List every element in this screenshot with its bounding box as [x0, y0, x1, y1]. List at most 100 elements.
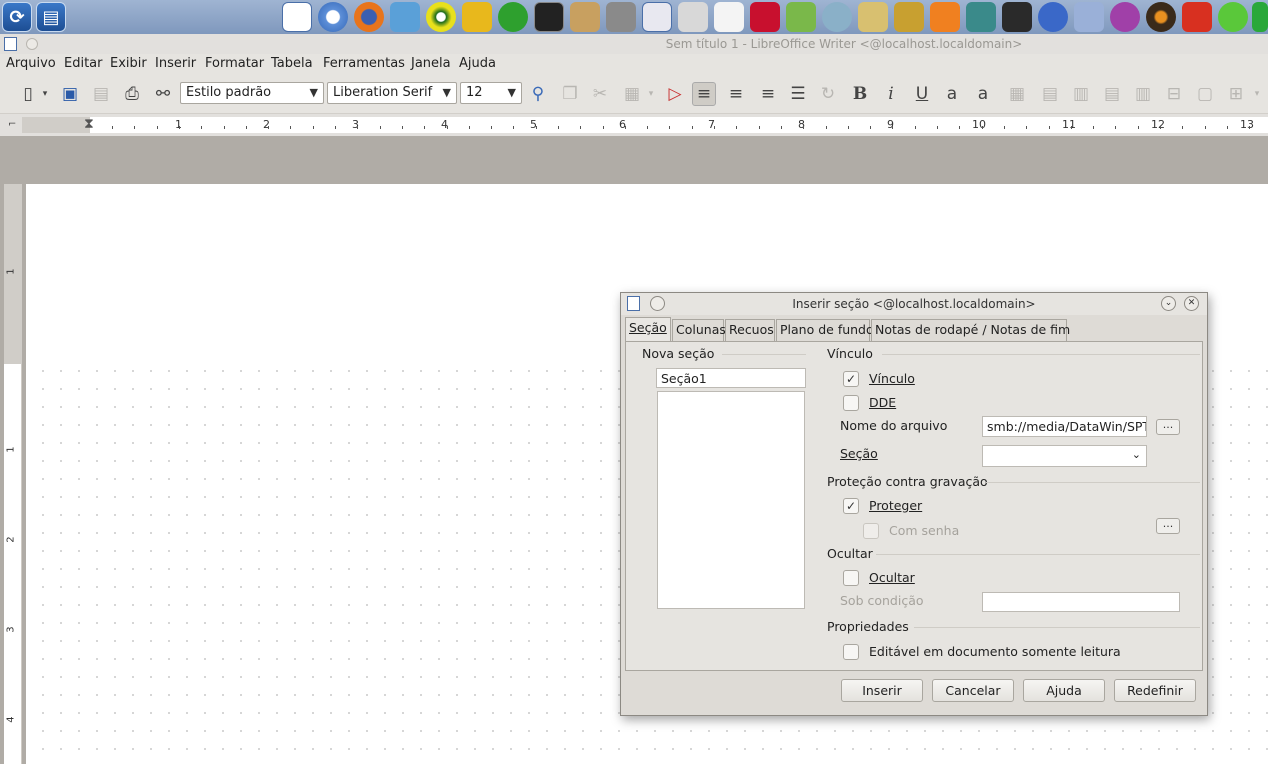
network-icon[interactable]	[858, 2, 888, 32]
printer-icon[interactable]: ⎙	[120, 82, 144, 106]
protect-checkbox[interactable]: ✓	[843, 498, 859, 514]
spider-icon[interactable]	[1002, 2, 1032, 32]
chevron-down-icon[interactable]: ⌄	[1161, 296, 1176, 311]
pinwheel-icon[interactable]	[786, 2, 816, 32]
menu-ferramentas[interactable]: Ferramentas	[323, 56, 405, 71]
underline-icon[interactable]: U	[910, 82, 934, 106]
hide-check-label[interactable]: Ocultar	[869, 570, 915, 585]
mendeley-icon[interactable]	[750, 2, 780, 32]
tab-plano-de-fundo[interactable]: Plano de fundo	[776, 319, 874, 341]
split-cells-icon[interactable]: ⊟	[1162, 82, 1186, 106]
borders-icon[interactable]: ▢	[1193, 82, 1217, 106]
menu-ajuda[interactable]: Ajuda	[459, 56, 496, 71]
dde-checkbox[interactable]	[843, 395, 859, 411]
flame-icon[interactable]	[1182, 2, 1212, 32]
menu-exibir[interactable]: Exibir	[110, 56, 147, 71]
bold-icon[interactable]: B	[848, 82, 872, 106]
menu-editar[interactable]: Editar	[64, 56, 103, 71]
filename-input[interactable]: smb://media/DataWin/SPTC	[982, 416, 1147, 437]
satellite-icon[interactable]	[822, 2, 852, 32]
redo-icon[interactable]: ↻	[816, 82, 840, 106]
media-player-icon[interactable]	[1146, 2, 1176, 32]
section-list[interactable]	[657, 391, 805, 609]
dde-check-label[interactable]: DDE	[869, 395, 896, 410]
font-size-select[interactable]: 12 ▼	[460, 82, 522, 104]
subscript-icon[interactable]: a	[971, 82, 995, 106]
writer-launcher-icon[interactable]	[282, 2, 312, 32]
tab-notas[interactable]: Notas de rodapé / Notas de fim	[871, 319, 1070, 341]
copy-icon[interactable]: ❐	[558, 82, 582, 106]
menu-janela[interactable]: Janela	[411, 56, 451, 71]
calculator-icon[interactable]	[678, 2, 708, 32]
protect-check-label[interactable]: Proteger	[869, 498, 922, 513]
indent-marker-icon[interactable]: ⧗	[84, 116, 94, 132]
tab-recuos[interactable]: Recuos	[725, 319, 775, 341]
gear-icon[interactable]	[426, 2, 456, 32]
section-name-input[interactable]: Seção1	[656, 368, 806, 388]
link-checkbox[interactable]: ✓	[843, 371, 859, 387]
cancel-button[interactable]: Cancelar	[932, 679, 1014, 702]
editable-readonly-label[interactable]: Editável em documento somente leitura	[869, 644, 1121, 659]
table-icon[interactable]: ▦	[1005, 82, 1029, 106]
align-right-icon[interactable]: ≡	[756, 82, 780, 106]
link-check-label[interactable]: Vínculo	[869, 371, 915, 386]
justify-icon[interactable]: ☰	[786, 82, 810, 106]
bird-icon[interactable]	[390, 2, 420, 32]
condition-input[interactable]	[982, 592, 1180, 612]
merge-cells-icon[interactable]: ⊞	[1224, 82, 1248, 106]
search-document-icon[interactable]	[642, 2, 672, 32]
insert-column-icon[interactable]: ▥	[1069, 82, 1093, 106]
refresh-icon[interactable]	[498, 2, 528, 32]
menu-tabela[interactable]: Tabela	[271, 56, 313, 71]
menu-inserir[interactable]: Inserir	[155, 56, 196, 71]
paragraph-style-select[interactable]: Estilo padrão ▼	[180, 82, 324, 104]
chromium-icon[interactable]	[318, 2, 348, 32]
insert-comment-icon[interactable]: ▷	[663, 82, 687, 106]
browse-file-button[interactable]: ...	[1156, 419, 1180, 435]
vertical-ruler[interactable]: 1 1 2 3 4	[4, 184, 22, 764]
binoculars-icon[interactable]: ⚯	[151, 82, 175, 106]
android-icon[interactable]	[966, 2, 996, 32]
toolbar-overflow-icon[interactable]: ▾	[1250, 82, 1264, 106]
qt-icon[interactable]	[1252, 2, 1268, 32]
eye-icon[interactable]	[1110, 2, 1140, 32]
print-icon[interactable]: ▣	[58, 82, 82, 106]
new-document-icon[interactable]: ▯	[16, 82, 40, 106]
paste-dropdown-icon[interactable]: ▾	[644, 82, 658, 106]
new-dropdown-icon[interactable]: ▾	[38, 82, 52, 106]
save-icon[interactable]: ▤	[89, 82, 113, 106]
lock-icon[interactable]	[570, 2, 600, 32]
close-icon[interactable]: ✕	[1184, 296, 1199, 311]
menu-arquivo[interactable]: Arquivo	[6, 56, 56, 71]
terminal-icon[interactable]	[534, 2, 564, 32]
align-left-icon[interactable]: ≡	[692, 82, 716, 106]
insert-button[interactable]: Inserir	[841, 679, 923, 702]
pineapple-icon[interactable]	[894, 2, 924, 32]
paint-icon[interactable]	[1074, 2, 1104, 32]
shark-icon[interactable]	[1038, 2, 1068, 32]
zoom-icon[interactable]: ⚲	[526, 82, 550, 106]
paste-icon[interactable]: ▦	[620, 82, 644, 106]
vlc-icon[interactable]	[930, 2, 960, 32]
italic-icon[interactable]: i	[879, 82, 903, 106]
superscript-icon[interactable]: a	[940, 82, 964, 106]
help-button[interactable]: Ajuda	[1023, 679, 1105, 702]
menu-formatar[interactable]: Formatar	[205, 56, 264, 71]
editable-readonly-checkbox[interactable]	[843, 644, 859, 660]
firefox-icon[interactable]	[354, 2, 384, 32]
wifi-icon[interactable]	[1218, 2, 1248, 32]
app-launcher-icon[interactable]: ⟳	[2, 2, 32, 32]
tab-colunas[interactable]: Colunas	[672, 319, 726, 341]
tab-stop-icon[interactable]: ⌐	[8, 119, 16, 130]
horizontal-ruler[interactable]: ⌐ ⧗ 1 2 3 4 5 6 7 8 9 10 11 12 13	[0, 114, 1268, 136]
tools-icon[interactable]	[606, 2, 636, 32]
delete-column-icon[interactable]: ▥	[1131, 82, 1155, 106]
cut-icon[interactable]: ✂	[588, 82, 612, 106]
font-name-select[interactable]: Liberation Serif ▼	[327, 82, 457, 104]
insert-row-icon[interactable]: ▤	[1038, 82, 1062, 106]
reset-button[interactable]: Redefinir	[1114, 679, 1196, 702]
text-editor-icon[interactable]	[714, 2, 744, 32]
section-select[interactable]: ⌄	[982, 445, 1147, 467]
hide-checkbox[interactable]	[843, 570, 859, 586]
delete-row-icon[interactable]: ▤	[1100, 82, 1124, 106]
